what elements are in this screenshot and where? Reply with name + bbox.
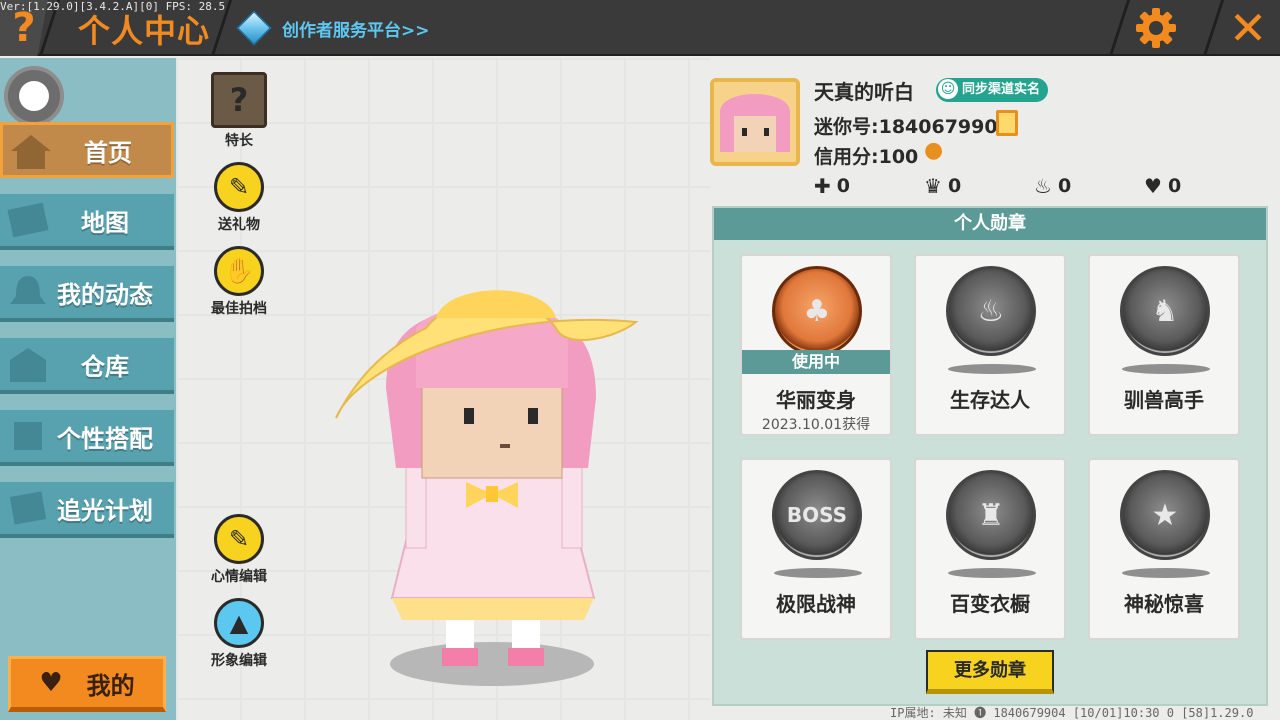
badge-medal-icon: ♣ <box>772 266 862 356</box>
action-label: 心情编辑 <box>211 569 267 585</box>
mood-edit-button[interactable]: ✎ 心情编辑 <box>204 514 274 586</box>
sidebar-item-warehouse[interactable]: 仓库 <box>0 338 174 394</box>
badge-medal-icon: ♜ <box>946 470 1036 560</box>
stat-value: 0 <box>1057 175 1072 197</box>
toggle-switch[interactable] <box>4 66 64 126</box>
copy-icon[interactable] <box>996 110 1018 136</box>
creator-platform-label: 创作者服务平台>> <box>282 20 430 41</box>
sidebar-item-home[interactable]: 首页 <box>0 122 174 178</box>
fire-icon: ♨ <box>1034 174 1052 198</box>
trophy-icon: ♛ <box>924 174 942 198</box>
gift-icon: ✎ <box>214 162 264 212</box>
close-button[interactable]: ✕ <box>1222 1 1274 55</box>
in-use-tag: 使用中 <box>742 350 890 374</box>
sidebar-item-label: 我的动态 <box>57 280 153 309</box>
more-badges-button[interactable]: 更多勋章 <box>926 650 1054 694</box>
badge-card[interactable]: ♨ 生存达人 <box>914 254 1066 436</box>
credit-info-icon[interactable]: ● <box>924 138 952 166</box>
stat-value: 0 <box>836 175 850 197</box>
badge-card[interactable]: BOSS 极限战神 <box>740 458 892 640</box>
stat-add-friend[interactable]: ✚ 0 <box>814 174 850 198</box>
badge-medal-icon: ♨ <box>946 266 1036 356</box>
add-friend-icon: ✚ <box>814 174 831 198</box>
sidebar-item-label: 追光计划 <box>57 496 153 525</box>
creator-platform-link[interactable]: 创作者服务平台>> <box>236 10 430 46</box>
send-gift-button[interactable]: ✎ 送礼物 <box>204 162 274 234</box>
medal-shadow <box>774 568 862 578</box>
credit-score: 信用分:100 <box>814 146 919 168</box>
avatar-image <box>714 82 796 162</box>
action-label: 送礼物 <box>218 217 260 233</box>
debug-readout: Ver:[1.29.0][3.4.2.A][0] FPS: 28.5 <box>0 0 226 13</box>
sidebar-item-label: 个性搭配 <box>57 424 153 453</box>
close-icon: ✕ <box>1228 1 1268 55</box>
badge-name: 极限战神 <box>776 592 856 616</box>
player-character[interactable] <box>316 268 656 708</box>
badge-name: 百变衣橱 <box>950 592 1030 616</box>
action-label: 形象编辑 <box>211 653 267 669</box>
badge-name: 生存达人 <box>950 388 1030 412</box>
stat-hearts[interactable]: ♥ 0 <box>1144 174 1181 198</box>
badge-date: 2023.10.01获得 <box>761 417 871 433</box>
appearance-edit-button[interactable]: ▲ 形象编辑 <box>204 598 274 670</box>
settings-button[interactable] <box>1130 4 1182 52</box>
badge-name: 驯兽高手 <box>1124 388 1204 412</box>
sidebar-item-activity[interactable]: 我的动态 <box>0 266 174 322</box>
me-button[interactable]: ♥ 我的 <box>8 656 166 712</box>
sidebar-item-outfit[interactable]: 个性搭配 <box>0 410 174 466</box>
stat-value: 0 <box>947 175 962 197</box>
stat-value: 0 <box>1167 175 1182 197</box>
sidebar-item-spotlight[interactable]: 追光计划 <box>0 482 174 538</box>
action-label: 特长 <box>225 133 253 149</box>
medal-shadow <box>948 568 1036 578</box>
outfit-edit-icon: ▲ <box>214 598 264 648</box>
medal-shadow <box>948 364 1036 374</box>
divider <box>1108 0 1131 56</box>
medal-shadow <box>1122 364 1210 374</box>
handshake-icon: ✋ <box>214 246 264 296</box>
footer-info: IP属地: 未知 ❶ 1840679904 [10/01]10:30 0 [58… <box>890 706 1254 720</box>
avatar[interactable] <box>710 78 800 166</box>
sidebar-item-label: 地图 <box>81 208 129 237</box>
badge-card[interactable]: ★ 神秘惊喜 <box>1088 458 1240 640</box>
specialty-button[interactable]: ? 特长 <box>204 72 274 150</box>
cube-icon <box>236 10 272 46</box>
badge-card[interactable]: ♜ 百变衣橱 <box>914 458 1066 640</box>
hearts-icon: ♥ <box>1144 174 1162 198</box>
stat-trophy[interactable]: ♛ 0 <box>924 174 961 198</box>
edit-icon: ✎ <box>214 514 264 564</box>
stat-fire[interactable]: ♨ 0 <box>1034 174 1071 198</box>
sync-realname-badge[interactable]: 同步渠道实名 <box>936 78 1049 102</box>
badge-panel-title: 个人勋章 <box>714 208 1266 240</box>
badge-medal-icon: ★ <box>1120 470 1210 560</box>
badge-medal-icon: ♞ <box>1120 266 1210 356</box>
badge-name: 神秘惊喜 <box>1124 592 1204 616</box>
best-partner-button[interactable]: ✋ 最佳拍档 <box>204 246 274 318</box>
badge-medal-icon: BOSS <box>772 470 862 560</box>
top-bar: ? 个人中心 创作者服务平台>> ✕ Ver:[1.29.0][3.4.2.A]… <box>0 0 1280 56</box>
badge-card[interactable]: ♞ 驯兽高手 <box>1088 254 1240 436</box>
divider <box>1202 0 1225 56</box>
me-label: 我的 <box>86 671 135 700</box>
action-label: 最佳拍档 <box>211 301 267 317</box>
badge-panel: 个人勋章 ♣ 使用中 华丽变身 2023.10.01获得 ♨ 生存达人 ♞ 驯兽… <box>712 206 1268 706</box>
sidebar-item-map[interactable]: 地图 <box>0 194 174 250</box>
player-name: 天真的听白 <box>814 80 914 104</box>
medal-shadow <box>1122 568 1210 578</box>
sidebar-item-label: 仓库 <box>81 352 129 381</box>
badge-card[interactable]: ♣ 使用中 华丽变身 2023.10.01获得 <box>740 254 892 436</box>
badge-name: 华丽变身 <box>776 388 856 412</box>
question-block-icon: ? <box>211 72 267 128</box>
gear-icon <box>1136 8 1176 48</box>
mini-id: 迷你号:1840679904 <box>814 116 1011 138</box>
character-area: ? 特长 ✎ 送礼物 ✋ 最佳拍档 ✎ 心情编辑 ▲ 形象编辑 <box>176 58 710 720</box>
sidebar-item-label: 首页 <box>84 138 132 167</box>
profile-card: 天真的听白 同步渠道实名 迷你号:1840679904 信用分:100 ● ✚ … <box>710 70 1270 200</box>
heart-icon: ♥ <box>39 668 63 698</box>
